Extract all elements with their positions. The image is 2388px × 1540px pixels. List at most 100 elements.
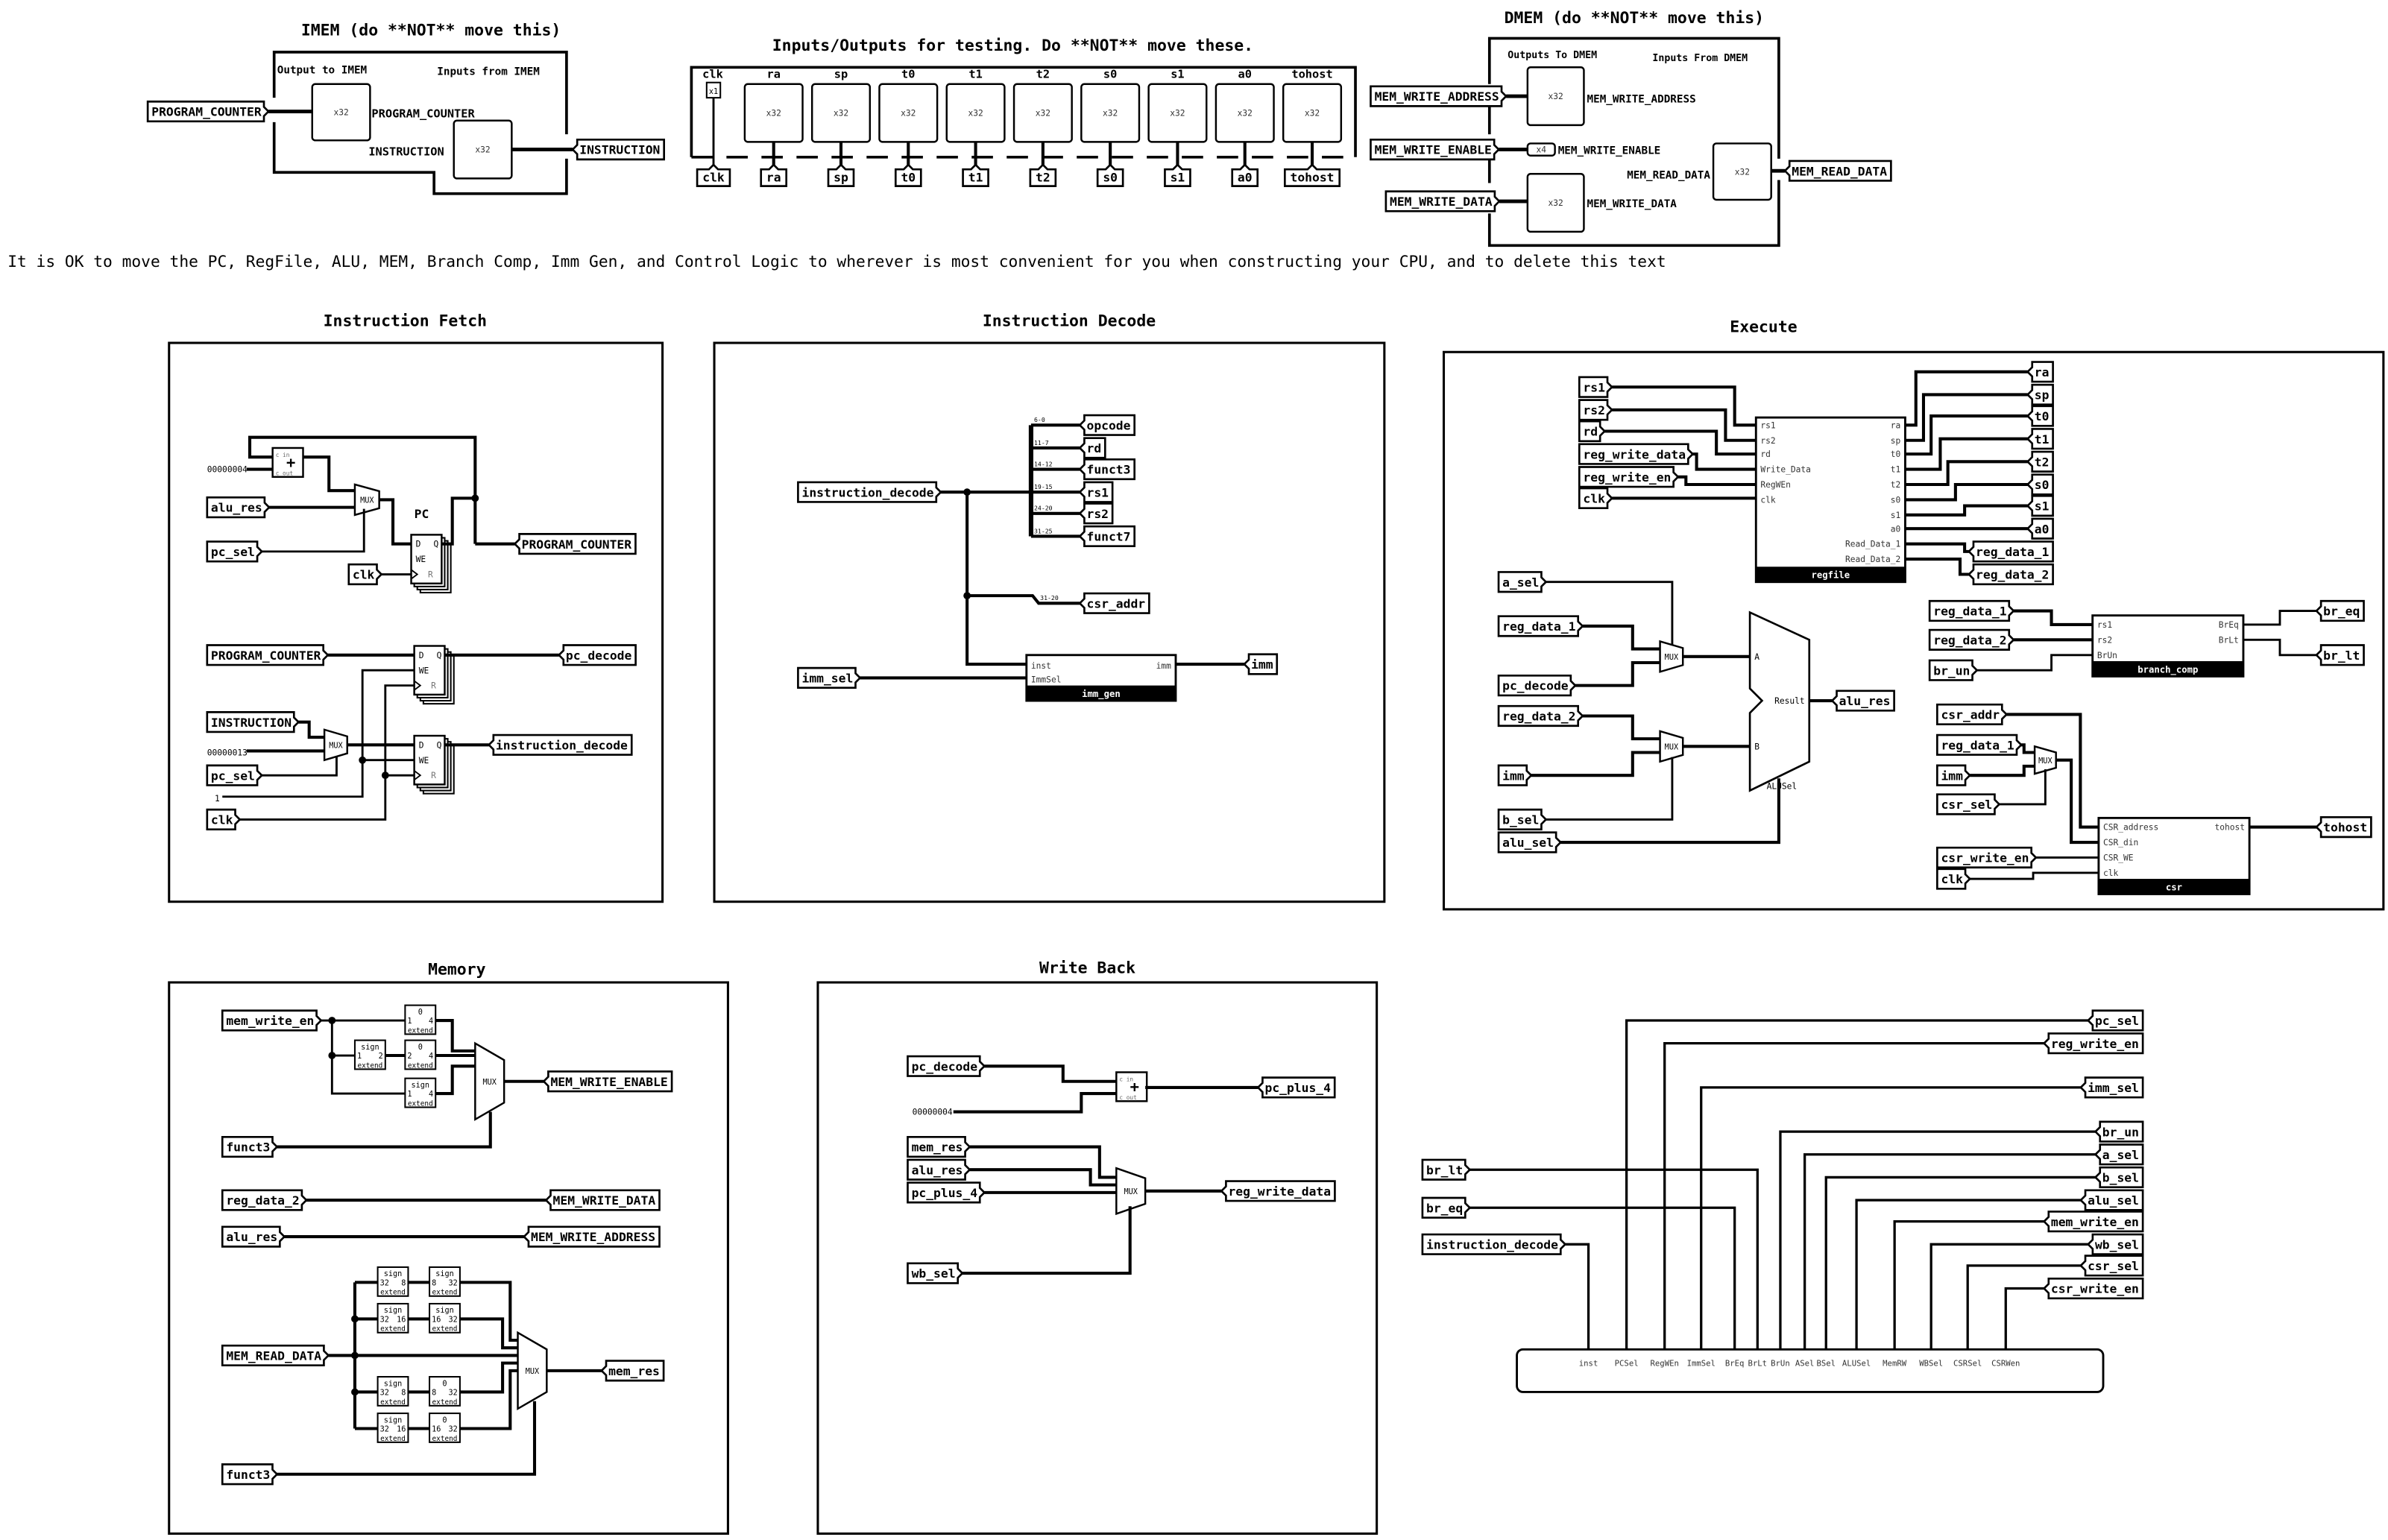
extend-type: 0 xyxy=(418,1009,423,1017)
extend-label: extend xyxy=(408,1026,433,1035)
logisim-canvas[interactable]: IMEM (do **NOT** move this) Output to IME… xyxy=(0,0,2388,1540)
tunnel-label: alu_res xyxy=(1839,694,1891,708)
wire xyxy=(2021,743,2035,754)
pin-label: ASel xyxy=(1795,1359,1815,1369)
extend-in-width: 32 xyxy=(380,1426,389,1434)
pin-label: D xyxy=(419,651,424,660)
tunnel-label: s1 xyxy=(2035,499,2050,514)
pin-label: WE xyxy=(419,756,429,766)
pin-name: t1 xyxy=(968,68,982,81)
tunnel-label: instruction_decode xyxy=(1426,1237,1558,1252)
pin-label: BSel xyxy=(1816,1359,1836,1369)
bit-width-label: x32 xyxy=(968,109,983,119)
extend-type: 0 xyxy=(442,1416,447,1424)
junction-dot xyxy=(351,1351,359,1360)
tunnel-label: rs2 xyxy=(1086,507,1109,521)
pin-name: s1 xyxy=(1171,68,1184,81)
dmem-addr-label: MEM_WRITE_ADDRESS xyxy=(1587,93,1696,105)
constant: 00000004 xyxy=(913,1108,953,1117)
pin-label: Read_Data_2 xyxy=(1845,555,1900,564)
bit-width-label: x32 xyxy=(1735,167,1750,177)
bit-range: 11-7 xyxy=(1034,439,1049,446)
tunnel-label: clk xyxy=(1941,872,1963,886)
tunnel-label: alu_res xyxy=(211,501,262,515)
tunnel-label: br_un xyxy=(1933,663,1970,678)
tunnel-label: sp xyxy=(834,170,848,184)
tunnel-label: alu_res xyxy=(226,1230,277,1244)
extend-label: extend xyxy=(432,1398,458,1407)
wire xyxy=(303,455,355,493)
wire xyxy=(1893,1220,2044,1350)
pin-label: c in xyxy=(276,452,290,458)
pin-label: WE xyxy=(419,666,429,675)
mux-label: MUX xyxy=(329,742,343,750)
pin-label: c out xyxy=(1119,1094,1136,1101)
wire xyxy=(1970,871,2099,880)
tunnel-label: csr_sel xyxy=(1941,798,1992,812)
wire xyxy=(984,1064,1117,1083)
wire xyxy=(1803,1153,2096,1350)
extend-in-width: 1 xyxy=(407,1017,412,1026)
pin-label: CSR_address xyxy=(2103,823,2158,833)
wire xyxy=(1582,714,1660,741)
bit-width-label: x1 xyxy=(709,88,718,96)
tunnel-label: pc_plus_4 xyxy=(1264,1081,1331,1095)
pin-label: sp xyxy=(1891,436,1901,446)
pin-label: rs2 xyxy=(1760,436,1775,446)
tunnel-label: mem_res xyxy=(608,1364,660,1378)
bit-range: 31-20 xyxy=(1040,594,1059,602)
bit-width-label: x32 xyxy=(901,109,916,119)
mux-label: MUX xyxy=(526,1368,540,1376)
wire xyxy=(965,492,1027,666)
tunnel-label: ra xyxy=(766,170,781,184)
extend-in-width: 1 xyxy=(357,1053,362,1061)
pin-label: ALUSel xyxy=(1767,782,1798,792)
tunnel-label: pc_decode xyxy=(912,1059,978,1073)
control-logic[interactable] xyxy=(1516,1348,2105,1393)
extend-label: extend xyxy=(380,1289,406,1297)
tunnel-label: instruction_decode xyxy=(801,485,933,499)
tunnel-label: tohost xyxy=(1291,170,1335,184)
extend-type: sign xyxy=(435,1270,454,1278)
bit-width-label: x32 xyxy=(1238,109,1253,119)
tunnel-label: rd xyxy=(1583,425,1598,439)
section-title: Write Back xyxy=(1039,959,1135,978)
tunnel-label: reg_data_2 xyxy=(1502,710,1575,724)
bit-width-label: x32 xyxy=(766,109,781,119)
bit-width-label: x32 xyxy=(475,145,490,155)
pin-label: D xyxy=(416,540,421,549)
tunnel-label: reg_data_1 xyxy=(1933,605,2006,619)
tunnel-label: pc_decode xyxy=(566,648,632,663)
pin-label: Write_Data xyxy=(1760,465,1811,475)
dmem-en-label: MEM_WRITE_ENABLE xyxy=(1558,145,1661,157)
tunnel-label: reg_data_1 xyxy=(1976,545,2049,559)
wire xyxy=(435,1064,476,1096)
tunnel-label: a_sel xyxy=(2102,1148,2139,1162)
pin-name: s0 xyxy=(1103,68,1117,81)
tunnel-label: br_lt xyxy=(1426,1163,1463,1177)
extend-out-width: 8 xyxy=(401,1389,406,1398)
pin-label: Result xyxy=(1774,696,1805,706)
tunnel-label: wb_sel xyxy=(912,1266,956,1281)
tunnel-label: t2 xyxy=(2035,455,2050,469)
wire xyxy=(967,594,1080,605)
tunnel-label: t0 xyxy=(901,170,916,184)
extend-label: extend xyxy=(357,1061,382,1070)
tunnel-label: imm_sel xyxy=(2088,1081,2139,1095)
pin-label: R xyxy=(431,771,436,780)
pin-label: RegWEn xyxy=(1651,1359,1679,1369)
wire xyxy=(459,1369,518,1430)
extend-out-width: 2 xyxy=(379,1053,383,1061)
pin-label: BrLt xyxy=(2219,635,2239,645)
extend-type: 0 xyxy=(418,1044,423,1052)
tunnel-label: t0 xyxy=(2035,409,2050,423)
tunnel-label: alu_res xyxy=(912,1163,963,1177)
wire xyxy=(1469,1168,1759,1350)
pin-label: c out xyxy=(276,470,293,477)
pin-label: Q xyxy=(434,540,439,549)
wire xyxy=(1905,542,1969,553)
pin-label: BrEq xyxy=(1725,1359,1745,1369)
dmem-outputs-label: Outputs To DMEM xyxy=(1508,50,1597,61)
extend-type: sign xyxy=(384,1307,403,1315)
wire xyxy=(459,1281,518,1342)
